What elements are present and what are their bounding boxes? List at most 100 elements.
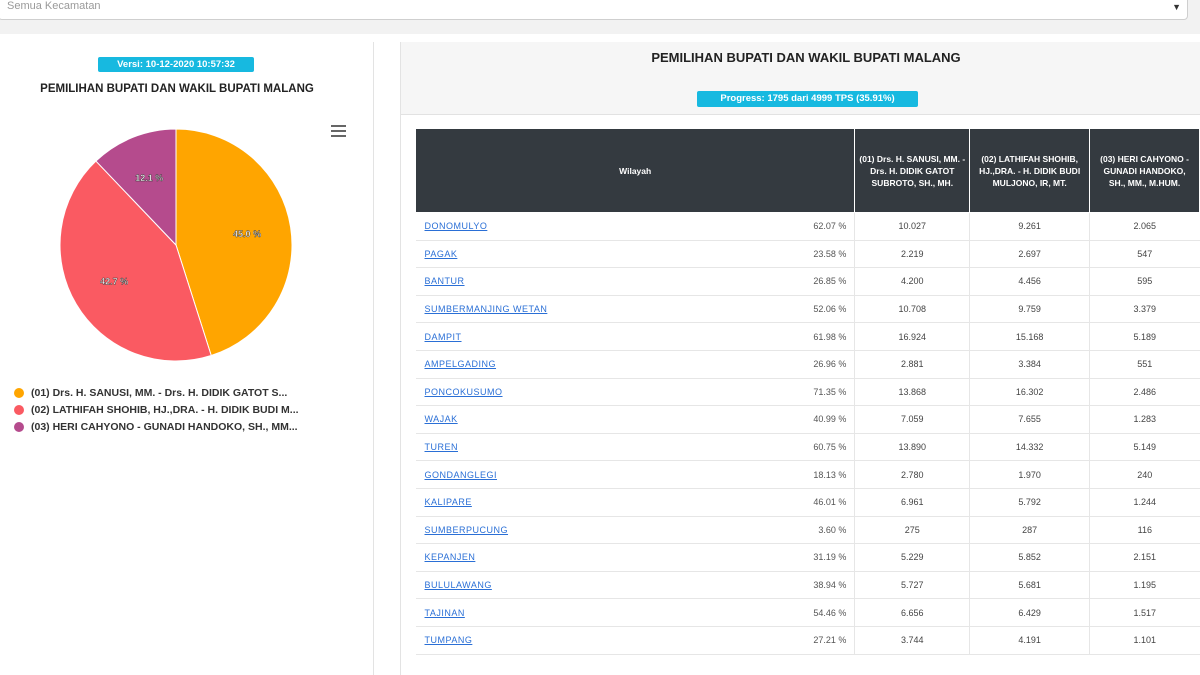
wilayah-cell: TUREN [415, 433, 755, 462]
wilayah-cell: BANTUR [415, 267, 755, 296]
progress-percent: 18.13 % [755, 460, 855, 489]
progress-percent: 61.98 % [755, 322, 855, 351]
wilayah-link[interactable]: AMPELGADING [425, 359, 497, 369]
progress-percent: 60.75 % [755, 433, 855, 462]
wilayah-link[interactable]: GONDANGLEGI [425, 470, 498, 480]
table-row: SUMBERPUCUNG 3.60 % 275 287 116 [415, 516, 1200, 545]
votes-candidate-02: 3.384 [969, 350, 1090, 379]
votes-candidate-01: 16.924 [854, 322, 970, 351]
table-row: DONOMULYO 62.07 % 10.027 9.261 2.065 [415, 212, 1200, 241]
votes-candidate-03: 3.379 [1089, 295, 1200, 324]
legend-item[interactable]: (01) Drs. H. SANUSI, MM. - Drs. H. DIDIK… [14, 384, 364, 401]
votes-candidate-03: 1.283 [1089, 405, 1200, 434]
wilayah-link[interactable]: SUMBERMANJING WETAN [425, 304, 548, 314]
votes-candidate-01: 5.229 [854, 543, 970, 572]
wilayah-cell: PAGAK [415, 240, 755, 269]
progress-percent: 54.46 % [755, 598, 855, 627]
wilayah-cell: BULULAWANG [415, 571, 755, 600]
wilayah-cell: DONOMULYO [415, 212, 755, 241]
wilayah-link[interactable]: PONCOKUSUMO [425, 387, 503, 397]
chevron-down-icon[interactable]: ▼ [1172, 2, 1181, 12]
wilayah-cell: PONCOKUSUMO [415, 378, 755, 407]
pie-slice-label: 12.1 % [135, 173, 163, 183]
wilayah-cell: SUMBERMANJING WETAN [415, 295, 755, 324]
votes-candidate-02: 2.697 [969, 240, 1090, 269]
progress-percent: 40.99 % [755, 405, 855, 434]
progress-percent: 26.85 % [755, 267, 855, 296]
legend-dot-icon [14, 387, 24, 398]
header-candidate-01[interactable]: (01) Drs. H. SANUSI, MM. - Drs. H. DIDIK… [854, 128, 971, 213]
wilayah-link[interactable]: WAJAK [425, 414, 458, 424]
votes-candidate-03: 2.486 [1089, 378, 1200, 407]
hamburger-menu-icon[interactable] [331, 125, 346, 137]
progress-percent: 52.06 % [755, 295, 855, 324]
wilayah-link[interactable]: SUMBERPUCUNG [425, 525, 509, 535]
wilayah-link[interactable]: BANTUR [425, 276, 465, 286]
progress-percent: 62.07 % [755, 212, 855, 241]
wilayah-link[interactable]: TAJINAN [425, 608, 465, 618]
wilayah-cell: GONDANGLEGI [415, 460, 755, 489]
votes-candidate-02: 9.759 [969, 295, 1090, 324]
table-row: BANTUR 26.85 % 4.200 4.456 595 [415, 267, 1200, 296]
table-row: DAMPIT 61.98 % 16.924 15.168 5.189 [415, 322, 1200, 351]
table-row: TAJINAN 54.46 % 6.656 6.429 1.517 [415, 598, 1200, 627]
wilayah-cell: TAJINAN [415, 598, 755, 627]
votes-candidate-01: 2.881 [854, 350, 970, 379]
table-row: TUMPANG 27.21 % 3.744 4.191 1.101 [415, 626, 1200, 655]
votes-candidate-03: 1.195 [1089, 571, 1200, 600]
wilayah-link[interactable]: KEPANJEN [425, 552, 476, 562]
votes-candidate-02: 6.429 [969, 598, 1090, 627]
wilayah-link[interactable]: TUMPANG [425, 635, 473, 645]
wilayah-link[interactable]: TUREN [425, 442, 459, 452]
votes-candidate-02: 5.792 [969, 488, 1090, 517]
votes-candidate-03: 240 [1089, 460, 1200, 489]
header-candidate-03[interactable]: (03) HERI CAHYONO - GUNADI HANDOKO, SH.,… [1089, 128, 1200, 213]
legend-label: (03) HERI CAHYONO - GUNADI HANDOKO, SH.,… [31, 420, 298, 433]
pie-slice-label: 45.0 % [233, 229, 261, 239]
wilayah-cell: AMPELGADING [415, 350, 755, 379]
pie-slice-label: 42.7 % [100, 277, 128, 287]
votes-candidate-03: 5.149 [1089, 433, 1200, 462]
wilayah-cell: DAMPIT [415, 322, 755, 351]
legend-label: (01) Drs. H. SANUSI, MM. - Drs. H. DIDIK… [31, 386, 288, 399]
votes-candidate-01: 6.961 [854, 488, 970, 517]
pie-chart: 45.0 % 42.7 % 12.1 % [59, 128, 293, 362]
votes-candidate-03: 1.517 [1089, 598, 1200, 627]
progress-percent: 26.96 % [755, 350, 855, 379]
kecamatan-select[interactable]: Semua Kecamatan ▼ [0, 0, 1188, 20]
votes-candidate-03: 1.101 [1089, 626, 1200, 655]
progress-percent: 27.21 % [755, 626, 855, 655]
votes-candidate-03: 2.065 [1089, 212, 1200, 241]
header-wilayah[interactable]: Wilayah [414, 128, 856, 213]
progress-percent: 38.94 % [755, 571, 855, 600]
wilayah-link[interactable]: BULULAWANG [425, 580, 492, 590]
wilayah-link[interactable]: PAGAK [425, 249, 458, 259]
votes-candidate-03: 1.244 [1089, 488, 1200, 517]
table-row: KEPANJEN 31.19 % 5.229 5.852 2.151 [415, 543, 1200, 572]
progress-percent: 31.19 % [755, 543, 855, 572]
table-row: BULULAWANG 38.94 % 5.727 5.681 1.195 [415, 571, 1200, 600]
votes-candidate-02: 287 [969, 516, 1090, 545]
votes-candidate-03: 547 [1089, 240, 1200, 269]
votes-candidate-01: 3.744 [854, 626, 970, 655]
table-row: PAGAK 23.58 % 2.219 2.697 547 [415, 240, 1200, 269]
header-candidate-02[interactable]: (02) LATHIFAH SHOHIB, HJ.,DRA. - H. DIDI… [969, 128, 1091, 213]
wilayah-link[interactable]: DONOMULYO [425, 221, 488, 231]
wilayah-link[interactable]: KALIPARE [425, 497, 472, 507]
progress-percent: 46.01 % [755, 488, 855, 517]
legend-dot-icon [14, 421, 24, 432]
results-title: PEMILIHAN BUPATI DAN WAKIL BUPATI MALANG [651, 50, 961, 65]
progress-percent: 3.60 % [755, 516, 855, 545]
votes-candidate-01: 5.727 [854, 571, 970, 600]
votes-candidate-03: 5.189 [1089, 322, 1200, 351]
version-badge: Versi: 10-12-2020 10:57:32 [98, 57, 254, 72]
wilayah-link[interactable]: DAMPIT [425, 332, 462, 342]
votes-candidate-02: 4.191 [969, 626, 1090, 655]
legend-item[interactable]: (03) HERI CAHYONO - GUNADI HANDOKO, SH.,… [14, 418, 364, 435]
table-row: AMPELGADING 26.96 % 2.881 3.384 551 [415, 350, 1200, 379]
legend-item[interactable]: (02) LATHIFAH SHOHIB, HJ.,DRA. - H. DIDI… [14, 401, 364, 418]
table-header-row: Wilayah (01) Drs. H. SANUSI, MM. - Drs. … [414, 128, 1200, 213]
votes-candidate-01: 13.890 [854, 433, 970, 462]
table-row: KALIPARE 46.01 % 6.961 5.792 1.244 [415, 488, 1200, 517]
votes-candidate-02: 7.655 [969, 405, 1090, 434]
